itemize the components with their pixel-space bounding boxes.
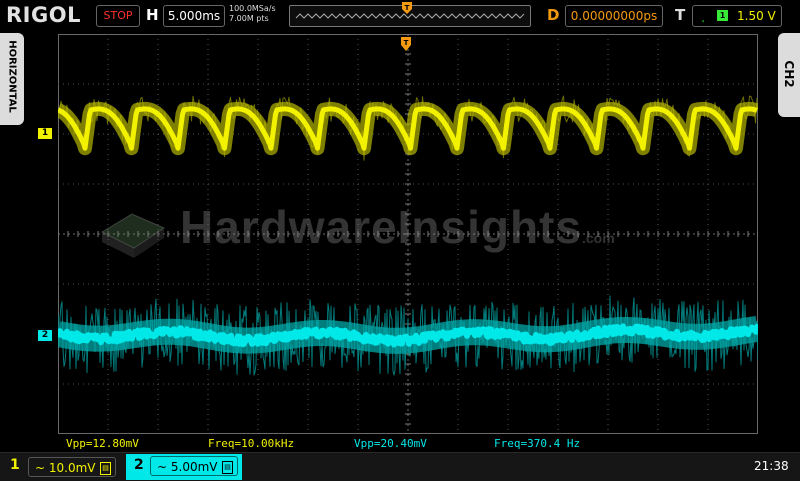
ch2-vpp-measurement: Vpp=20.40mV (354, 437, 427, 450)
ac-coupling-icon: ~ (157, 460, 171, 474)
clock: 21:38 (754, 459, 789, 473)
ch1-freq-measurement: Freq=10.00kHz (208, 437, 295, 450)
rising-edge-icon: ˱ (701, 9, 705, 23)
watermark-suffix: .com (582, 230, 615, 246)
watermark-main: HardwareInsights (180, 201, 582, 253)
status-bar: RIGOL STOP H 5.000ms 100.0MSa/s 7.00M pt… (0, 0, 800, 32)
ch1-number: 1 (10, 457, 20, 473)
sample-rate: 100.0MSa/s (229, 4, 276, 13)
ch2-freq-measurement: Freq=370.4 Hz (494, 437, 581, 450)
trigger-position-marker[interactable]: T (402, 2, 412, 14)
trigger-level: 1.50 V (737, 9, 776, 23)
ac-coupling-icon: ~ (35, 461, 49, 475)
run-stop-indicator[interactable]: STOP (96, 5, 140, 27)
delay-label: D (547, 6, 560, 24)
ch1-status[interactable]: 1 ~ 10.0mV ▤ (0, 453, 126, 481)
ch1-scale-box[interactable]: ~ 10.0mV ▤ (28, 457, 116, 477)
timebase-value[interactable]: 5.000ms (163, 5, 225, 27)
brand-logo: RIGOL (6, 3, 81, 27)
ch2-impedance-icon: ▤ (222, 461, 233, 474)
channel-bar: 1 ~ 10.0mV ▤ 2 ~ 5.00mV ▤ 21:38 (0, 452, 800, 481)
watermark-logo (100, 213, 166, 258)
ch2-menu-tab[interactable]: CH2 (778, 33, 800, 117)
trigger-label: T (675, 6, 686, 24)
ch2-status[interactable]: 2 ~ 5.00mV ▤ (126, 454, 242, 480)
acquisition-info: 100.0MSa/s 7.00M pts (229, 4, 276, 24)
horizontal-menu-tab[interactable]: HORIZONTAL (0, 33, 24, 125)
ch2-scale-box[interactable]: ~ 5.00mV ▤ (150, 456, 238, 476)
trigger-settings[interactable]: ˱ 1 1.50 V (692, 5, 782, 27)
ch2-scale: 5.00mV (170, 460, 218, 474)
ch1-impedance-icon: ▤ (100, 462, 111, 475)
horizontal-tab-label: HORIZONTAL (6, 40, 18, 113)
memory-depth: 7.00M pts (229, 14, 269, 23)
ch2-tab-label: CH2 (782, 60, 796, 88)
delay-value[interactable]: 0.00000000ps (565, 5, 663, 27)
svg-text:T: T (405, 4, 410, 12)
ch2-offset-marker[interactable]: 2 (38, 330, 52, 341)
ch1-offset-marker[interactable]: 1 (38, 128, 52, 139)
trigger-source: 1 (717, 10, 728, 21)
trigger-time-marker: T (401, 37, 411, 51)
ch2-number: 2 (134, 457, 144, 473)
ch1-vpp-measurement: Vpp=12.80mV (66, 437, 139, 450)
ch1-scale: 10.0mV (48, 461, 96, 475)
horizontal-label: H (146, 6, 159, 24)
watermark-text: HardwareInsights.com (180, 200, 615, 254)
svg-text:T: T (404, 39, 409, 47)
